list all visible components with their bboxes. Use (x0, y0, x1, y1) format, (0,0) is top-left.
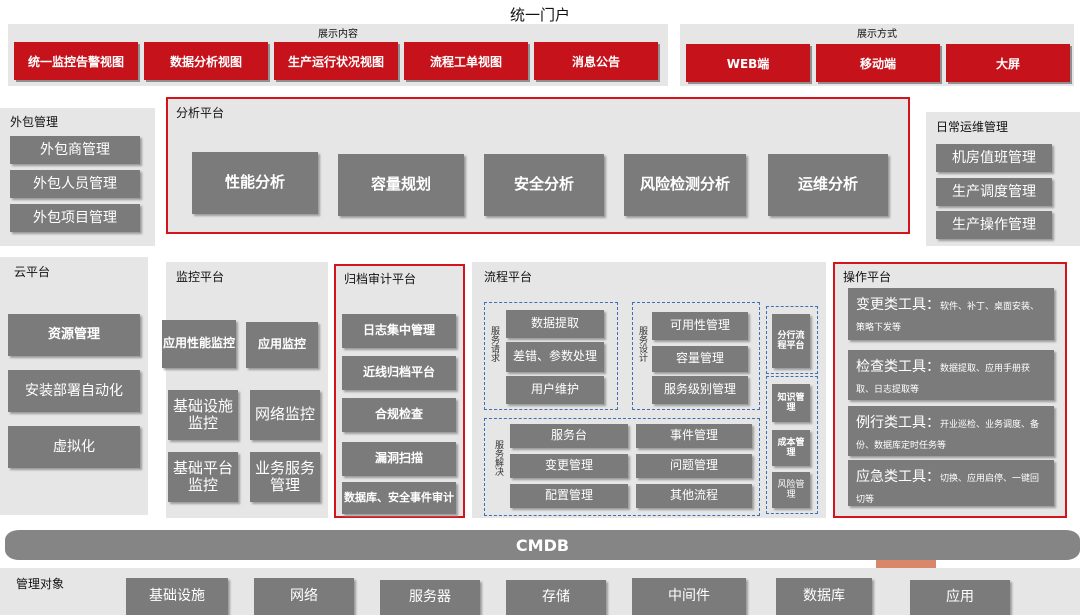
process-problem[interactable]: 问题管理 (636, 454, 752, 478)
display-unified-alarm-view[interactable]: 统一监控告警视图 (14, 42, 138, 80)
display-content-title: 展示内容 (318, 29, 358, 40)
analysis-capacity[interactable]: 容量规划 (338, 154, 464, 216)
managed-application[interactable]: 应用 (910, 580, 1010, 615)
managed-title: 管理对象 (16, 577, 65, 591)
display-method-title: 展示方式 (857, 29, 897, 40)
display-data-analysis-view[interactable]: 数据分析视图 (144, 42, 268, 80)
operation-routine-tools[interactable]: 例行类工具：开业巡检、业务调度、备份、数据库定时任务等 (848, 406, 1054, 456)
managed-network[interactable]: 网络 (254, 578, 354, 615)
process-availability[interactable]: 可用性管理 (652, 312, 748, 340)
display-workorder-view[interactable]: 流程工单视图 (404, 42, 528, 80)
daily-ops-scheduling[interactable]: 生产调度管理 (936, 178, 1052, 206)
monitoring-base-platform[interactable]: 基础平台监控 (168, 452, 238, 502)
archive-title: 归档审计平台 (344, 272, 417, 286)
operation-check-tools-name: 检查类工具： (856, 359, 940, 375)
managed-database[interactable]: 数据库 (776, 578, 872, 615)
monitoring-infrastructure[interactable]: 基础设施监控 (168, 390, 238, 440)
process-service-desk[interactable]: 服务台 (510, 424, 628, 448)
operation-check-tools[interactable]: 检查类工具：数据提取、应用手册获取、日志提取等 (848, 350, 1054, 400)
monitoring-title: 监控平台 (176, 270, 225, 284)
monitoring-network[interactable]: 网络监控 (250, 390, 320, 440)
analysis-ops[interactable]: 运维分析 (768, 154, 888, 216)
display-bigscreen[interactable]: 大屏 (946, 44, 1070, 82)
managed-server[interactable]: 服务器 (380, 580, 480, 615)
cloud-deploy-automation[interactable]: 安装部署自动化 (8, 370, 140, 412)
process-change[interactable]: 变更管理 (510, 454, 628, 478)
cmdb-bar: CMDB (5, 530, 1080, 560)
process-configuration[interactable]: 配置管理 (510, 484, 628, 508)
archive-log-management[interactable]: 日志集中管理 (342, 314, 456, 348)
process-cost[interactable]: 成本管理 (772, 430, 810, 466)
process-knowledge[interactable]: 知识管理 (772, 384, 810, 422)
managed-storage[interactable]: 存储 (506, 580, 606, 615)
operation-emergency-tools-name: 应急类工具： (856, 469, 940, 485)
display-web[interactable]: WEB端 (686, 44, 810, 82)
daily-ops-title: 日常运维管理 (936, 120, 1009, 134)
analysis-title: 分析平台 (176, 106, 225, 120)
archive-nearline[interactable]: 近线归档平台 (342, 356, 456, 390)
process-other[interactable]: 其他流程 (636, 484, 752, 508)
cloud-virtualization[interactable]: 虚拟化 (8, 426, 140, 468)
portal-title: 统一门户 (509, 6, 570, 24)
analysis-risk[interactable]: 风险检测分析 (624, 154, 746, 216)
display-production-status-view[interactable]: 生产运行状况视图 (274, 42, 398, 80)
operation-routine-tools-name: 例行类工具： (856, 415, 940, 431)
process-branch-platform[interactable]: 分行流程平台 (772, 314, 810, 368)
operation-title: 操作平台 (843, 270, 892, 284)
display-mobile[interactable]: 移动端 (816, 44, 940, 82)
cmdb-label: CMDB (515, 535, 570, 555)
analysis-security[interactable]: 安全分析 (484, 154, 604, 216)
process-title: 流程平台 (484, 270, 533, 284)
archive-db-security-audit[interactable]: 数据库、安全事件审计 (342, 482, 456, 514)
display-announcement[interactable]: 消息公告 (534, 42, 658, 80)
process-capacity[interactable]: 容量管理 (652, 346, 748, 372)
operation-change-tools[interactable]: 变更类工具：软件、补丁、桌面安装、策略下发等 (848, 288, 1054, 340)
monitoring-app-performance[interactable]: 应用性能监控 (162, 320, 236, 368)
monitoring-app[interactable]: 应用监控 (246, 322, 318, 368)
outsourcing-title: 外包管理 (10, 115, 59, 129)
managed-middleware[interactable]: 中间件 (632, 578, 746, 615)
outsourcing-vendor[interactable]: 外包商管理 (10, 136, 140, 164)
process-error-param[interactable]: 差错、参数处理 (506, 342, 604, 372)
daily-ops-duty[interactable]: 机房值班管理 (936, 144, 1052, 172)
managed-infrastructure[interactable]: 基础设施 (126, 578, 228, 615)
archive-vuln-scan[interactable]: 漏洞扫描 (342, 442, 456, 476)
process-service-level[interactable]: 服务级别管理 (652, 376, 748, 404)
process-incident[interactable]: 事件管理 (636, 424, 752, 448)
process-resolve-label: 服务解决 (493, 440, 503, 476)
operation-change-tools-name: 变更类工具： (856, 297, 940, 313)
process-design-label: 服务设计 (637, 326, 647, 362)
process-request-label: 服务请求 (489, 326, 499, 362)
outsourcing-project[interactable]: 外包项目管理 (10, 204, 140, 232)
process-data-extract[interactable]: 数据提取 (506, 310, 604, 338)
process-user-maintain[interactable]: 用户维护 (506, 376, 604, 404)
archive-panel (334, 264, 465, 518)
process-risk[interactable]: 风险管理 (772, 472, 810, 508)
analysis-performance[interactable]: 性能分析 (192, 152, 318, 214)
archive-compliance[interactable]: 合规检查 (342, 398, 456, 432)
cloud-resource[interactable]: 资源管理 (8, 314, 140, 356)
cloud-title: 云平台 (14, 265, 51, 279)
operation-emergency-tools[interactable]: 应急类工具：切换、应用启停、一键回切等 (848, 460, 1054, 506)
outsourcing-staff[interactable]: 外包人员管理 (10, 170, 140, 198)
monitoring-business-service[interactable]: 业务服务管理 (250, 452, 320, 502)
daily-ops-operation[interactable]: 生产操作管理 (936, 211, 1052, 239)
